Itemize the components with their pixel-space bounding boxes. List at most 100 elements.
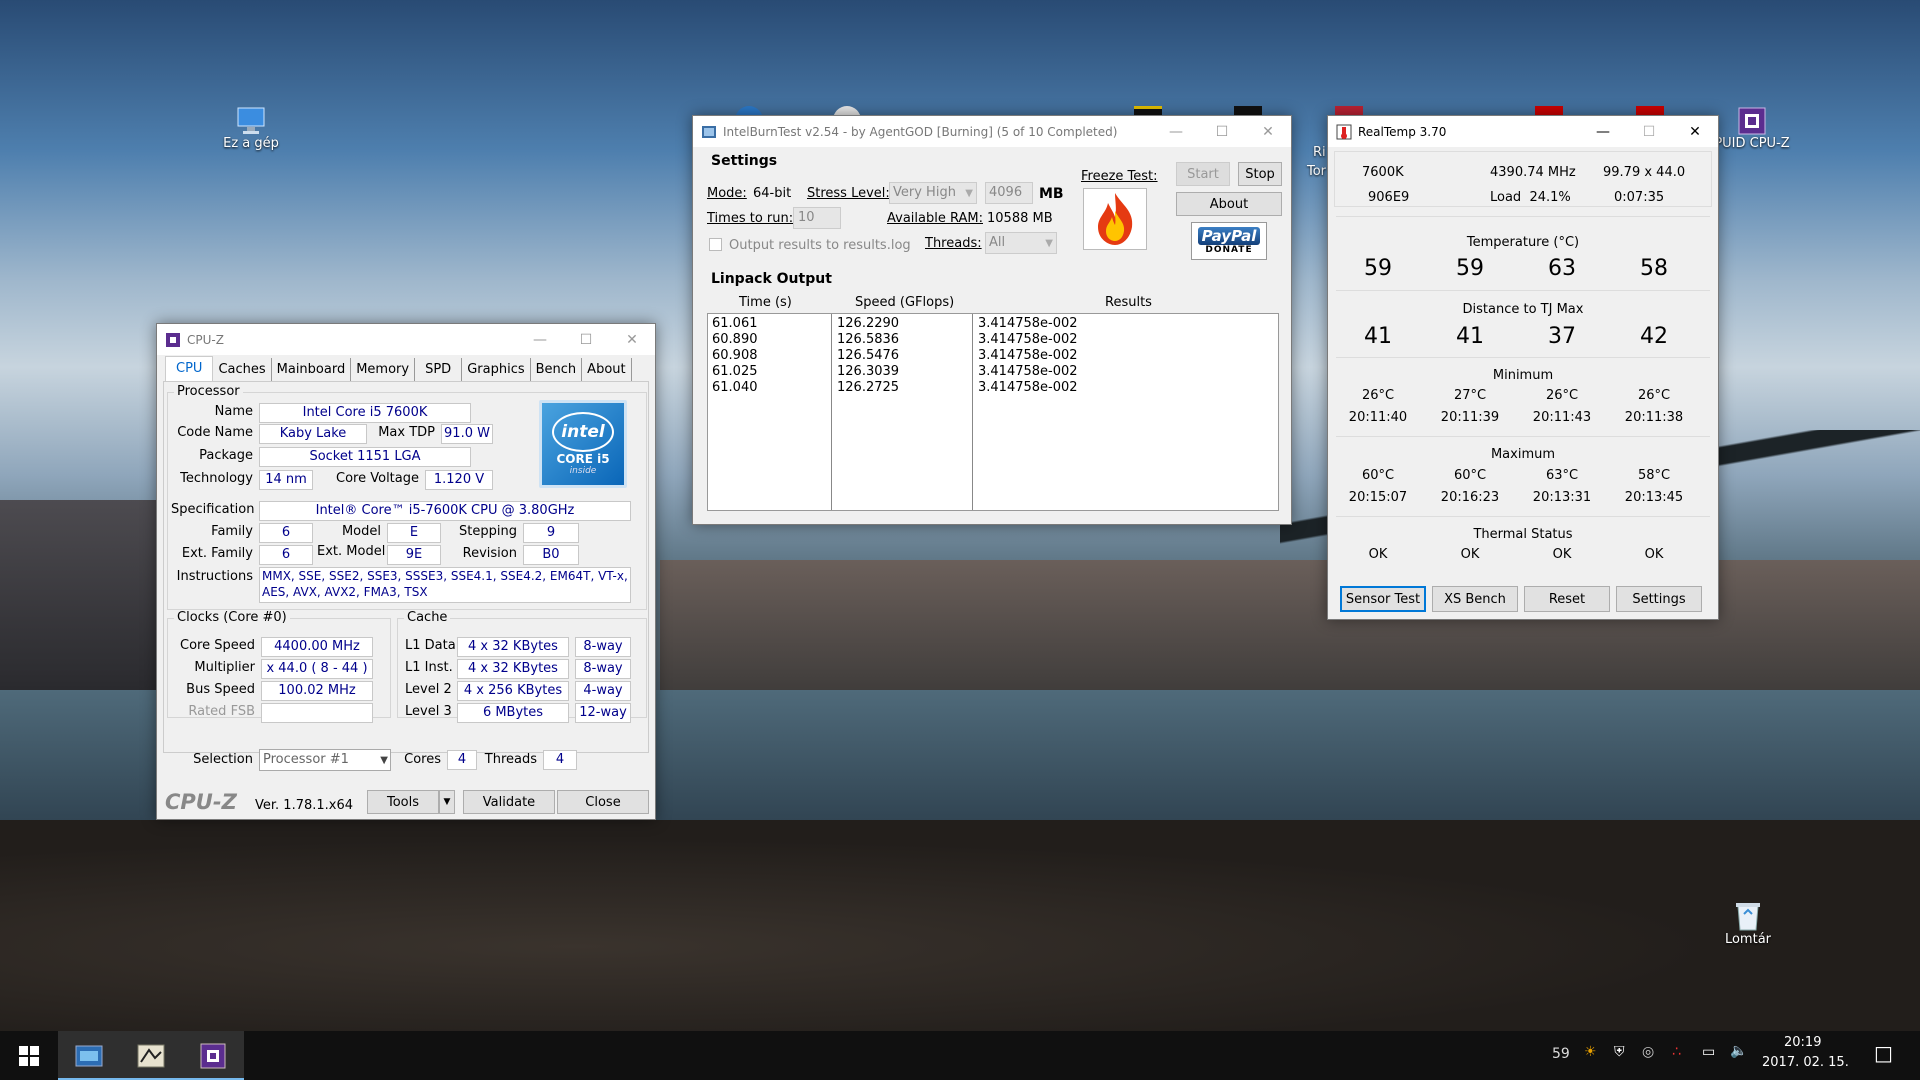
minimize-button[interactable]: — (1153, 116, 1199, 147)
desktop-icon-cpuid[interactable]: PUID CPU-Z (1712, 106, 1792, 151)
volume-icon[interactable]: 🔈 (1730, 1043, 1747, 1059)
cache-way-value: 8-way (575, 637, 631, 657)
clock-date[interactable]: 2017. 02. 15. (1762, 1055, 1849, 1070)
maximize-button[interactable]: ☐ (1626, 116, 1672, 147)
taskbar-app-intelburntest[interactable] (58, 1031, 120, 1080)
tray-temperature[interactable]: 59 (1552, 1046, 1570, 1062)
tools-dropdown-button[interactable]: ▼ (439, 790, 455, 814)
speed-cell: 126.3039 (837, 364, 900, 379)
output-results-checkbox[interactable] (709, 238, 722, 251)
column-header-time: Time (s) (739, 295, 792, 310)
clock-time[interactable]: 20:19 (1784, 1035, 1821, 1050)
output-results-label: Output results to results.log (729, 238, 911, 253)
stress-level-select[interactable]: Very High ▼ (889, 182, 977, 204)
thermal-status: OK (1460, 547, 1480, 562)
minimize-button[interactable]: — (517, 324, 563, 355)
tools-button[interactable]: Tools (367, 790, 439, 814)
flame-icon (1098, 193, 1133, 245)
reset-button[interactable]: Reset (1524, 586, 1610, 612)
start-button[interactable]: Start (1176, 162, 1230, 186)
bus-multiplier: 99.79 x 44.0 (1603, 165, 1686, 180)
speed-cell: 126.2725 (837, 380, 900, 395)
cpuz-tab-strip: CPU Caches Mainboard Memory SPD Graphics… (165, 356, 632, 382)
cpuz-version: Ver. 1.78.1.x64 (255, 798, 354, 813)
minimize-button[interactable]: — (1580, 116, 1626, 147)
mode-value: 64-bit (753, 186, 792, 201)
start-button[interactable] (0, 1031, 58, 1080)
thermal-status: OK (1644, 547, 1664, 562)
windows-logo-icon (19, 1045, 39, 1066)
stop-button[interactable]: Stop (1238, 162, 1282, 186)
network-icon[interactable]: ▭ (1702, 1044, 1715, 1060)
chevron-down-icon: ▼ (1045, 238, 1053, 249)
core-i5-text: CORE i5 (556, 452, 610, 466)
core-speed-value: 4400.00 MHz (261, 637, 373, 657)
max-temp: 63°C (1545, 468, 1579, 483)
family-label: Family (211, 524, 253, 539)
settings-button[interactable]: Settings (1616, 586, 1702, 612)
notification-center-icon[interactable]: □ (1874, 1041, 1893, 1065)
tab-bench[interactable]: Bench (531, 358, 583, 382)
tab-mainboard[interactable]: Mainboard (272, 358, 352, 382)
intelburntest-icon (75, 1045, 103, 1066)
times-to-run-input[interactable]: 10 (793, 207, 841, 229)
time-cell: 60.890 (712, 332, 758, 347)
close-button[interactable]: ✕ (609, 324, 655, 355)
maximum-heading: Maximum (1490, 447, 1556, 462)
about-button[interactable]: About (1176, 192, 1282, 216)
threads-select[interactable]: All ▼ (985, 232, 1057, 254)
core-voltage-label: Core Voltage (336, 471, 419, 486)
desktop-icon-recycle-bin[interactable]: Lomtár (1715, 900, 1781, 947)
close-app-button[interactable]: Close (557, 790, 649, 814)
speed-cell: 126.5836 (837, 332, 900, 347)
validate-button[interactable]: Validate (463, 790, 555, 814)
cache-size-value: 4 x 32 KBytes (457, 637, 569, 657)
cache-label: Level 2 (405, 682, 452, 697)
stepping-value: 9 (523, 523, 579, 543)
results-column: 3.414758e-002 3.414758e-002 3.414758e-00… (974, 314, 1278, 510)
memory-size-input[interactable]: 4096 (985, 182, 1033, 204)
tab-caches[interactable]: Caches (213, 358, 272, 382)
tray-red-dots-icon[interactable]: ∴ (1672, 1044, 1681, 1060)
realtemp-titlebar[interactable]: RealTemp 3.70 — ☐ ✕ (1328, 116, 1718, 147)
cache-way-value: 12-way (575, 703, 631, 723)
processor-select[interactable]: Processor #1 ▼ (259, 749, 391, 771)
maximize-button[interactable]: ☐ (563, 324, 609, 355)
sensor-test-button[interactable]: Sensor Test (1340, 586, 1426, 612)
tab-memory[interactable]: Memory (351, 358, 416, 382)
taskbar-app-cpuz[interactable] (182, 1031, 244, 1080)
close-button[interactable]: ✕ (1245, 116, 1291, 147)
code-name-label: Code Name (177, 425, 253, 440)
core-temp: 59 (1456, 256, 1484, 281)
max-time: 20:15:07 (1348, 490, 1408, 505)
tray-app-icon[interactable]: ☀ (1584, 1044, 1597, 1060)
available-ram-label: Available RAM: (887, 211, 983, 226)
column-header-speed: Speed (GFlops) (855, 295, 955, 310)
close-button[interactable]: ✕ (1672, 116, 1718, 147)
bus-speed-label: Bus Speed (186, 682, 255, 697)
desktop-icon-this-pc[interactable]: Ez a gép (216, 106, 286, 151)
tab-about[interactable]: About (582, 358, 632, 382)
cpuz-titlebar[interactable]: CPU-Z — ☐ ✕ (157, 324, 655, 355)
family-value: 6 (259, 523, 313, 543)
xs-bench-button[interactable]: XS Bench (1432, 586, 1518, 612)
tab-spd[interactable]: SPD (415, 358, 463, 382)
tab-graphics[interactable]: Graphics (462, 358, 531, 382)
cpuid-code: 906E9 (1368, 190, 1410, 205)
shield-icon[interactable]: ⛨ (1614, 1044, 1625, 1060)
ibt-titlebar[interactable]: IntelBurnTest v2.54 - by AgentGOD [Burni… (693, 116, 1291, 147)
tab-cpu[interactable]: CPU (165, 356, 214, 382)
window-title: IntelBurnTest v2.54 - by AgentGOD [Burni… (723, 124, 1118, 139)
divider (1336, 357, 1710, 358)
computer-icon (237, 107, 265, 134)
cpu-model: 7600K (1362, 165, 1404, 180)
time-cell: 61.025 (712, 364, 758, 379)
network-disabled-icon[interactable]: ◎ (1642, 1044, 1654, 1060)
instructions-value: MMX, SSE, SSE2, SSE3, SSSE3, SSE4.1, SSE… (259, 567, 631, 603)
desktop-icon-partial-label: Tor (1307, 164, 1327, 179)
paypal-donate-button[interactable]: PayPal DONATE (1191, 222, 1267, 260)
cache-label: Level 3 (405, 704, 452, 719)
taskbar-app-realtemp[interactable] (120, 1031, 182, 1080)
times-to-run-label: Times to run: (707, 211, 794, 226)
maximize-button[interactable]: ☐ (1199, 116, 1245, 147)
